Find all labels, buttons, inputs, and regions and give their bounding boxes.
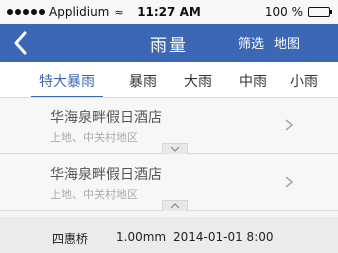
tab-extreme-rainstorm[interactable]: 特大暴雨 [39, 71, 95, 91]
list-item[interactable]: 华海泉畔假日酒店 上地、中关村地区 [0, 98, 338, 154]
rainfall-detail-row: 四惠桥 1.00mm 2014-01-01 8:00 [0, 217, 338, 253]
tab-heavy-rain[interactable]: 大雨 [184, 71, 212, 91]
hotel-area: 上地、中关村地区 [50, 131, 138, 144]
map-button[interactable]: 地图 [274, 33, 300, 52]
rain-level-tabs: 特大暴雨 暴雨 大雨 中雨 小雨 [0, 62, 338, 98]
status-bar: Applidium ≈ 11:27 AM 100 % [0, 0, 338, 24]
hotel-name: 华海泉畔假日酒店 [50, 167, 162, 183]
rainfall-amount: 1.00mm [116, 230, 167, 244]
battery-percent: 100 % [264, 5, 303, 19]
nav-bar: 雨量 筛选 地图 [0, 24, 338, 62]
chevron-up-icon [170, 203, 180, 209]
tab-moderate-rain[interactable]: 中雨 [239, 71, 267, 91]
battery-icon [308, 7, 332, 17]
station-name: 四惠桥 [52, 232, 89, 246]
tab-rainstorm[interactable]: 暴雨 [129, 71, 157, 91]
collapse-toggle[interactable] [162, 200, 188, 211]
hotel-area: 上地、中关村地区 [50, 188, 138, 201]
filter-button[interactable]: 筛选 [238, 33, 264, 52]
hotel-name: 华海泉畔假日酒店 [50, 110, 162, 126]
list-item[interactable]: 华海泉畔假日酒店 上地、中关村地区 [0, 155, 338, 211]
record-date: 2014-01-01 8:00 [173, 230, 274, 244]
tab-light-rain[interactable]: 小雨 [290, 71, 318, 91]
chevron-right-icon [285, 176, 294, 188]
chevron-right-icon [285, 119, 294, 131]
chevron-down-icon [170, 146, 180, 152]
expand-toggle[interactable] [162, 143, 188, 154]
battery-status: 100 % [264, 5, 332, 19]
